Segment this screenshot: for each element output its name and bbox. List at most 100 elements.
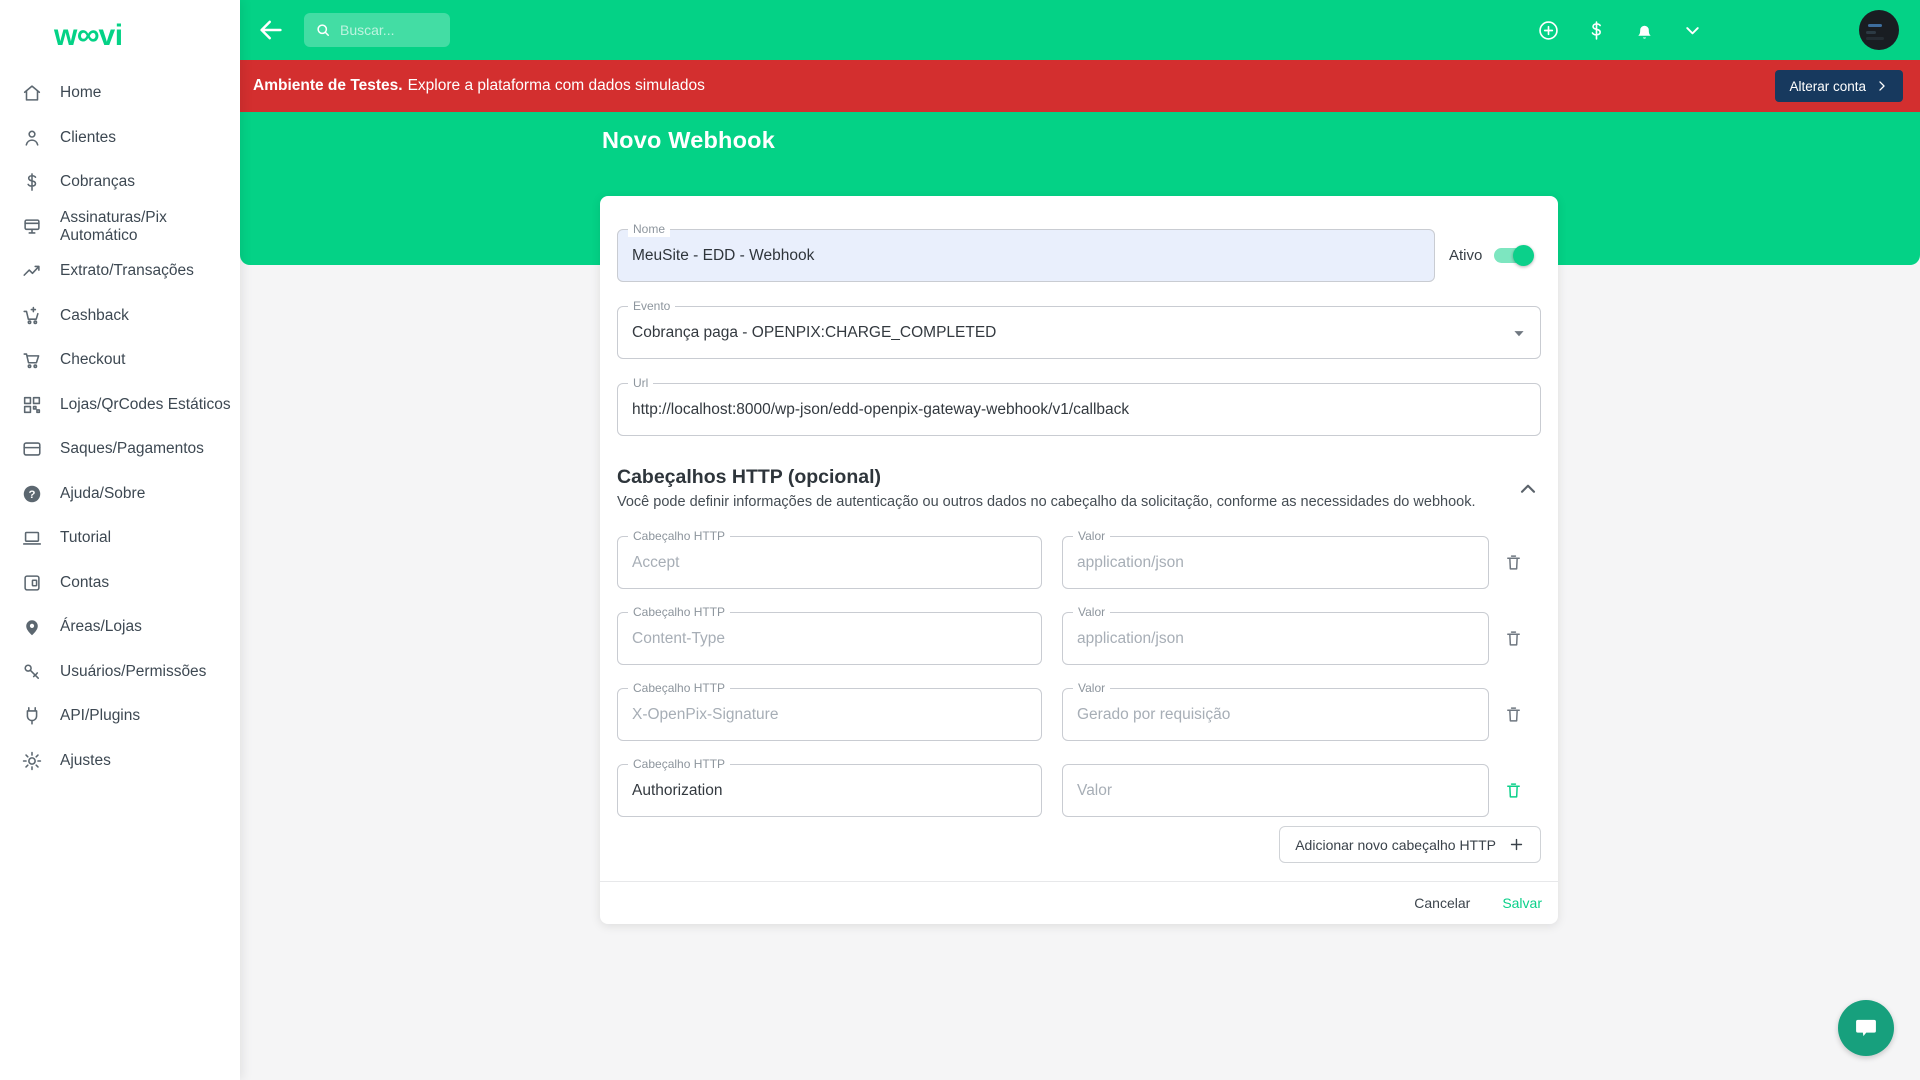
- user-avatar[interactable]: [1859, 10, 1899, 50]
- http-header-row: Cabeçalho HTTP Valor: [617, 688, 1541, 741]
- delete-header-button[interactable]: [1489, 695, 1537, 735]
- chevron-down-icon: [1681, 19, 1704, 42]
- header-key-label: Cabeçalho HTTP: [628, 757, 730, 772]
- event-selected-value: Cobrança paga - OPENPIX:CHARGE_COMPLETED: [618, 324, 1010, 342]
- add-header-label: Adicionar novo cabeçalho HTTP: [1295, 837, 1496, 853]
- sidebar-item-saques-pagamentos[interactable]: Saques/Pagamentos: [0, 427, 240, 472]
- home-icon: [21, 82, 43, 104]
- header-value-input[interactable]: [1063, 613, 1488, 664]
- sidebar-item-label: Extrato/Transações: [60, 262, 194, 280]
- sidebar-menu: Home Clientes Cobranças Assinaturas/Pix …: [0, 67, 240, 783]
- toggle-knob: [1513, 245, 1534, 266]
- http-headers-section-header: Cabeçalhos HTTP (opcional) Você pode def…: [617, 466, 1541, 510]
- app-root: w∞vi Home Clientes Cobranças Assinaturas…: [0, 0, 1920, 1080]
- delete-header-button[interactable]: [1489, 619, 1537, 659]
- sidebar-item-label: Usuários/Permissões: [60, 663, 206, 681]
- chevron-right-icon: [1875, 79, 1889, 93]
- header-key-label: Cabeçalho HTTP: [628, 529, 730, 544]
- sidebar-item-tutorial[interactable]: Tutorial: [0, 516, 240, 561]
- sidebar-item-ajustes[interactable]: Ajustes: [0, 739, 240, 784]
- url-field: Url: [617, 383, 1541, 436]
- dollar-icon: [21, 171, 43, 193]
- svg-text:?: ?: [29, 489, 36, 501]
- main-area: Ambiente de Testes.Explore a plataforma …: [240, 0, 1920, 1080]
- chat-bubble-icon: [1852, 1014, 1880, 1042]
- sidebar-item-label: Saques/Pagamentos: [60, 440, 204, 458]
- sidebar-item-home[interactable]: Home: [0, 71, 240, 116]
- search-icon: [314, 21, 332, 39]
- sidebar-item-assinaturas-pix-autom-tico[interactable]: Assinaturas/Pix Automático: [0, 205, 240, 250]
- dollar-sign-icon: [1585, 19, 1608, 42]
- sidebar-item-cobran-as[interactable]: Cobranças: [0, 160, 240, 205]
- header-key-field: Cabeçalho HTTP: [617, 612, 1042, 665]
- search-input[interactable]: [340, 22, 440, 38]
- search-box[interactable]: [304, 13, 450, 47]
- sidebar-item-label: Ajustes: [60, 752, 111, 770]
- header-key-input[interactable]: [618, 537, 1041, 588]
- http-header-rows: Cabeçalho HTTP Valor Cabeçalho HTTP Valo…: [617, 536, 1541, 817]
- change-account-button[interactable]: Alterar conta: [1775, 70, 1903, 102]
- trash-icon: [1503, 704, 1524, 725]
- sidebar-item-usu-rios-permiss-es[interactable]: Usuários/Permissões: [0, 650, 240, 695]
- sidebar-item-api-plugins[interactable]: API/Plugins: [0, 694, 240, 739]
- chat-fab-button[interactable]: [1838, 1000, 1894, 1056]
- collapse-section-button[interactable]: [1515, 476, 1541, 502]
- trash-icon: [1503, 628, 1524, 649]
- topbar-actions: [1531, 13, 1709, 47]
- cashback-cart-icon: [21, 305, 43, 327]
- cancel-button[interactable]: Cancelar: [1412, 889, 1472, 917]
- header-value-field: Valor: [1062, 612, 1489, 665]
- back-button[interactable]: [256, 15, 286, 45]
- help-icon: ?: [21, 483, 43, 505]
- name-row: Nome Ativo: [617, 229, 1541, 282]
- key-icon: [21, 661, 43, 683]
- banner-subtext: Explore a plataforma com dados simulados: [408, 77, 705, 94]
- chevron-up-icon: [1515, 476, 1541, 502]
- http-header-row: Cabeçalho HTTP Valor: [617, 536, 1541, 589]
- save-button[interactable]: Salvar: [1500, 889, 1544, 917]
- http-headers-description: Você pode definir informações de autenti…: [617, 494, 1541, 510]
- sidebar-item-clientes[interactable]: Clientes: [0, 116, 240, 161]
- header-value-label: Valor: [1073, 605, 1110, 620]
- person-icon: [21, 127, 43, 149]
- header-value-input[interactable]: [1063, 537, 1488, 588]
- sidebar-item-lojas-qrcodes-est-ticos[interactable]: Lojas/QrCodes Estáticos: [0, 383, 240, 428]
- header-value-field: Valor: [1062, 688, 1489, 741]
- bell-button[interactable]: [1627, 13, 1661, 47]
- header-value-input[interactable]: [1063, 765, 1488, 816]
- header-key-input[interactable]: [618, 689, 1041, 740]
- event-select[interactable]: Evento Cobrança paga - OPENPIX:CHARGE_CO…: [617, 306, 1541, 359]
- sidebar-item-extrato-transa-es[interactable]: Extrato/Transações: [0, 249, 240, 294]
- name-input[interactable]: [618, 230, 1434, 281]
- header-key-field: Cabeçalho HTTP: [617, 688, 1042, 741]
- header-key-input[interactable]: [618, 765, 1041, 816]
- sidebar-item-ajuda-sobre[interactable]: ? Ajuda/Sobre: [0, 472, 240, 517]
- plug-icon: [21, 705, 43, 727]
- header-value-field: [1062, 764, 1489, 817]
- location-pin-icon: [21, 616, 43, 638]
- trash-icon: [1503, 780, 1524, 801]
- header-value-input[interactable]: [1063, 689, 1488, 740]
- dollar-sign-button[interactable]: [1579, 13, 1613, 47]
- header-key-input[interactable]: [618, 613, 1041, 664]
- chevron-down-button[interactable]: [1675, 13, 1709, 47]
- woovi-logo[interactable]: w∞vi: [0, 0, 240, 67]
- url-input[interactable]: [618, 384, 1540, 435]
- sidebar-item-label: Home: [60, 84, 101, 102]
- qr-code-icon: [21, 394, 43, 416]
- topbar: [240, 0, 1920, 60]
- sidebar-item-checkout[interactable]: Checkout: [0, 338, 240, 383]
- sidebar-item-cashback[interactable]: Cashback: [0, 294, 240, 339]
- plus-circle-button[interactable]: [1531, 13, 1565, 47]
- header-key-field: Cabeçalho HTTP: [617, 764, 1042, 817]
- add-header-button[interactable]: Adicionar novo cabeçalho HTTP: [1279, 826, 1541, 863]
- banner-text: Ambiente de Testes.Explore a plataforma …: [253, 77, 705, 95]
- sidebar-item-contas[interactable]: Contas: [0, 561, 240, 606]
- delete-header-button[interactable]: [1489, 771, 1537, 811]
- active-toggle[interactable]: [1494, 248, 1531, 263]
- trend-up-icon: [21, 260, 43, 282]
- header-key-field: Cabeçalho HTTP: [617, 536, 1042, 589]
- sidebar-item--reas-lojas[interactable]: Áreas/Lojas: [0, 605, 240, 650]
- delete-header-button[interactable]: [1489, 543, 1537, 583]
- gear-icon: [21, 750, 43, 772]
